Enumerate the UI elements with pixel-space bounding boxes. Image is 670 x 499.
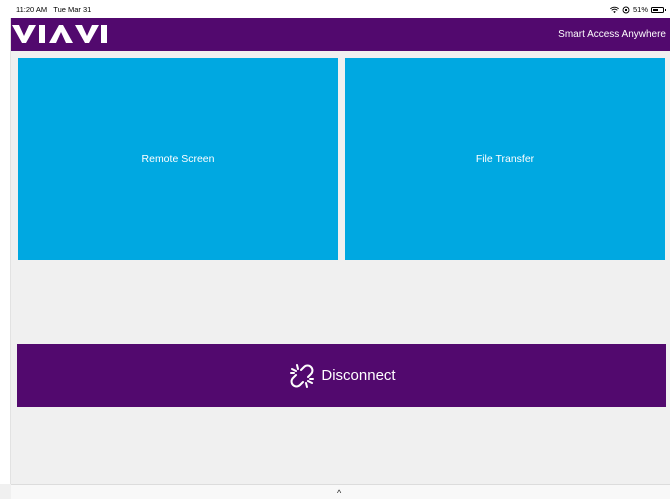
chevron-up-icon[interactable]: ^ [337, 488, 341, 498]
left-margin-strip [0, 18, 11, 484]
file-transfer-label: File Transfer [475, 153, 535, 165]
remote-screen-label: Remote Screen [141, 153, 215, 165]
app-header: Smart Access Anywhere [11, 18, 670, 51]
status-bar: 11:20 AM Tue Mar 31 51% [0, 0, 670, 18]
battery-percent: 51% [632, 5, 648, 14]
viavi-logo [12, 25, 107, 43]
file-transfer-button[interactable]: File Transfer [345, 58, 665, 260]
wifi-icon [610, 6, 619, 13]
remote-screen-button[interactable]: Remote Screen [18, 58, 338, 260]
status-indicators: 51% [610, 5, 666, 14]
disconnect-button[interactable]: Disconnect [17, 344, 666, 407]
disconnect-label: Disconnect [321, 367, 396, 384]
bottom-bar: ^ [11, 484, 670, 499]
header-tagline: Smart Access Anywhere [558, 29, 666, 40]
status-date: Tue Mar 31 [53, 5, 92, 14]
broken-link-icon [290, 363, 315, 388]
orientation-lock-icon [622, 6, 630, 13]
status-time-date: 11:20 AM Tue Mar 31 [16, 5, 91, 14]
battery-fill [653, 8, 658, 11]
status-time: 11:20 AM [16, 5, 48, 14]
battery-icon [651, 6, 666, 13]
